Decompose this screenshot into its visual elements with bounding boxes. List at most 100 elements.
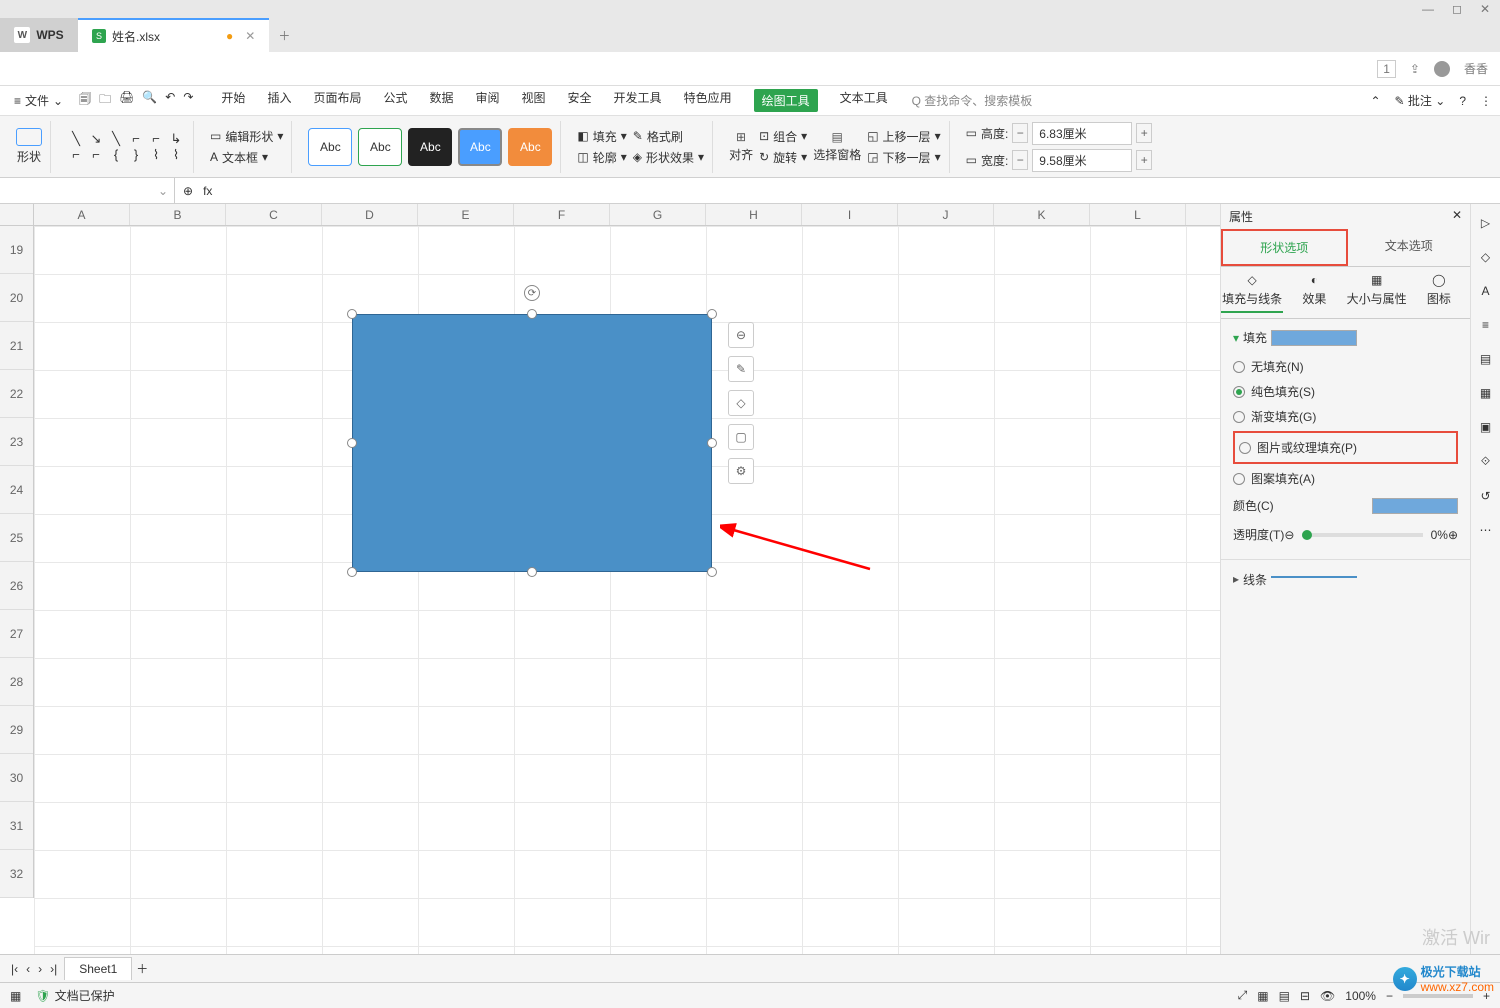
resize-handle-ml[interactable] xyxy=(347,438,357,448)
subtab-effects[interactable]: ◐效果 xyxy=(1283,273,1345,312)
menu-view[interactable]: 视图 xyxy=(522,89,546,112)
file-tab[interactable]: S 姓名.xlsx ● ✕ xyxy=(78,18,269,52)
status-icon[interactable]: ▦ xyxy=(10,989,21,1003)
menu-special[interactable]: 特色应用 xyxy=(684,89,732,112)
style-preset-3[interactable]: Abc xyxy=(408,128,452,166)
panel-close-button[interactable]: ✕ xyxy=(1452,208,1462,225)
view-split-icon[interactable]: ⊟ xyxy=(1300,989,1310,1003)
line-style-swatch[interactable] xyxy=(1271,576,1357,588)
float-tool-3[interactable]: ◇ xyxy=(728,390,754,416)
user-avatar[interactable] xyxy=(1434,61,1450,77)
edit-shape-button[interactable]: ▭ 编辑形状 ▾ xyxy=(210,128,283,145)
rail-text-icon[interactable]: A xyxy=(1481,284,1489,298)
color-picker[interactable] xyxy=(1372,498,1458,514)
formula-input[interactable] xyxy=(220,178,1500,203)
resize-handle-tr[interactable] xyxy=(707,309,717,319)
sheet-nav-last[interactable]: ›| xyxy=(47,962,60,976)
send-backward-button[interactable]: ◲ 下移一层 ▾ xyxy=(867,149,940,166)
menu-data[interactable]: 数据 xyxy=(429,89,453,112)
float-tool-2[interactable]: ✎ xyxy=(728,356,754,382)
fill-button[interactable]: ◧ 填充 ▾ xyxy=(577,128,626,145)
fill-pattern-radio[interactable]: 图案填充(A) xyxy=(1233,466,1458,491)
preview-icon[interactable]: 🔍 xyxy=(142,90,157,111)
grid[interactable]: ABCDEFGHIJKL 192021222324252627282930313… xyxy=(0,204,1220,954)
sheet-nav-next[interactable]: › xyxy=(35,962,45,976)
resize-handle-tl[interactable] xyxy=(347,309,357,319)
menu-page-layout[interactable]: 页面布局 xyxy=(313,89,361,112)
rail-history-icon[interactable]: ↺ xyxy=(1480,489,1490,503)
tab-text-options[interactable]: 文本选项 xyxy=(1348,229,1471,266)
menu-insert[interactable]: 插入 xyxy=(267,89,291,112)
subtab-size[interactable]: ▦大小与属性 xyxy=(1346,273,1408,312)
resize-handle-br[interactable] xyxy=(707,567,717,577)
rail-more-icon[interactable]: ⋯ xyxy=(1480,523,1492,537)
help-button[interactable]: ? xyxy=(1459,94,1466,108)
rail-template-icon[interactable]: ▤ xyxy=(1480,352,1491,366)
style-preset-2[interactable]: Abc xyxy=(358,128,402,166)
float-tool-5[interactable]: ⚙ xyxy=(728,458,754,484)
new-tab-button[interactable]: ＋ xyxy=(269,18,299,52)
fx-icon[interactable]: fx xyxy=(203,184,212,198)
zoom-formula-icon[interactable]: ⊕ xyxy=(183,184,193,198)
menu-security[interactable]: 安全 xyxy=(568,89,592,112)
rotate-handle[interactable]: ⟳ xyxy=(524,285,540,301)
style-preset-5[interactable]: Abc xyxy=(508,128,552,166)
fill-color-swatch[interactable] xyxy=(1271,330,1357,346)
view-page-icon[interactable]: ▤ xyxy=(1279,989,1290,1003)
fill-none-radio[interactable]: 无填充(N) xyxy=(1233,354,1458,379)
float-tool-1[interactable]: ⊖ xyxy=(728,322,754,348)
width-decrease[interactable]: − xyxy=(1012,150,1028,170)
column-headers[interactable]: ABCDEFGHIJKL xyxy=(34,204,1220,226)
rail-shape-icon[interactable]: ◇ xyxy=(1481,250,1490,264)
share-icon[interactable]: ⇪ xyxy=(1410,62,1420,76)
rail-image-icon[interactable]: ▣ xyxy=(1480,420,1491,434)
rail-settings-icon[interactable]: ≡ xyxy=(1482,318,1489,332)
name-box[interactable]: ⌄ xyxy=(0,178,175,203)
menu-text-tools[interactable]: 文本工具 xyxy=(840,89,888,112)
shape-gallery[interactable]: ╲↘╲⌐⌐↳ ⌐⌐{}⌇⌇ xyxy=(67,132,185,162)
shape-effect-button[interactable]: ◈ 形状效果 ▾ xyxy=(633,149,704,166)
opacity-slider[interactable] xyxy=(1302,533,1422,537)
menu-drawing-tools[interactable]: 绘图工具 xyxy=(754,89,818,112)
maximize-button[interactable]: ◻ xyxy=(1452,2,1462,16)
height-increase[interactable]: + xyxy=(1136,123,1152,143)
select-all-corner[interactable] xyxy=(0,204,34,226)
row-headers[interactable]: 1920212223242526272829303132 xyxy=(0,226,34,898)
subtab-fill-line[interactable]: ◇填充与线条 xyxy=(1221,273,1283,313)
line-section-header[interactable]: ▸ 线条 xyxy=(1233,570,1458,588)
view-eye-icon[interactable]: 👁 xyxy=(1320,989,1335,1003)
menu-formula[interactable]: 公式 xyxy=(383,89,407,112)
fill-gradient-radio[interactable]: 渐变填充(G) xyxy=(1233,404,1458,429)
rail-link-icon[interactable]: ⟐ xyxy=(1481,454,1490,469)
resize-handle-bl[interactable] xyxy=(347,567,357,577)
height-input[interactable]: 6.83厘米 xyxy=(1032,122,1132,145)
print-icon[interactable]: 🖨 xyxy=(119,90,134,111)
resize-handle-mr[interactable] xyxy=(707,438,717,448)
save-icon[interactable]: 🗐 xyxy=(79,90,91,111)
add-sheet-button[interactable]: ＋ xyxy=(136,960,148,977)
sheet-nav-prev[interactable]: ‹ xyxy=(23,962,33,976)
view-normal-icon[interactable]: ▦ xyxy=(1257,989,1268,1003)
style-preset-1[interactable]: Abc xyxy=(308,128,352,166)
sheet-tab-1[interactable]: Sheet1 xyxy=(64,957,132,980)
rotate-button[interactable]: ↻ 旋转 ▾ xyxy=(759,149,807,166)
height-decrease[interactable]: − xyxy=(1012,123,1028,143)
zoom-slider[interactable] xyxy=(1403,994,1473,998)
annotate-button[interactable]: ✎ 批注 ⌄ xyxy=(1395,92,1446,109)
app-logo-tab[interactable]: W WPS xyxy=(0,18,78,52)
menu-dev-tools[interactable]: 开发工具 xyxy=(614,89,662,112)
rail-chart-icon[interactable]: ▦ xyxy=(1480,386,1491,400)
collapse-ribbon-icon[interactable]: ⌃ xyxy=(1370,94,1380,108)
command-search[interactable]: Q 查找命令、搜索模板 xyxy=(912,92,1033,109)
width-increase[interactable]: + xyxy=(1136,150,1152,170)
shape-style-gallery[interactable]: Abc Abc Abc Abc Abc xyxy=(308,128,552,166)
subtab-icon[interactable]: ◯图标 xyxy=(1408,273,1470,312)
style-preset-4[interactable]: Abc xyxy=(458,128,502,166)
float-tool-4[interactable]: ▢ xyxy=(728,424,754,450)
close-window-button[interactable]: ✕ xyxy=(1480,2,1490,16)
tab-shape-options[interactable]: 形状选项 xyxy=(1221,229,1348,266)
rail-cursor-icon[interactable]: ▷ xyxy=(1481,216,1490,230)
file-menu[interactable]: ≡ 文件 ⌄ xyxy=(8,92,69,109)
close-tab-button[interactable]: ✕ xyxy=(245,29,255,43)
open-icon[interactable]: 🗀 xyxy=(99,90,111,111)
